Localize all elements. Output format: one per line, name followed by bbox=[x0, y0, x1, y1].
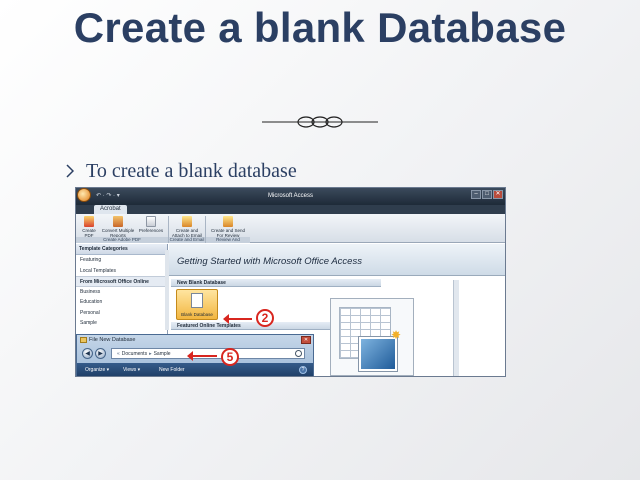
blank-database-button[interactable]: Blank Database bbox=[176, 289, 218, 320]
category-personal[interactable]: Personal bbox=[76, 308, 167, 319]
callout-arrow bbox=[187, 351, 217, 361]
category-sample[interactable]: Sample bbox=[76, 318, 167, 329]
address-bar[interactable]: «Documents ▸ Sample bbox=[111, 348, 305, 359]
preferences-button[interactable]: Preferences bbox=[136, 216, 166, 233]
new-blank-database-header: New Blank Database bbox=[171, 279, 381, 287]
access-screenshot: ↶ · ↷ · ▾ Microsoft Access – □ ✕ Acrobat… bbox=[75, 187, 506, 377]
maximize-button[interactable]: □ bbox=[482, 190, 492, 199]
title-bar: ↶ · ↷ · ▾ Microsoft Access – □ ✕ bbox=[76, 188, 505, 205]
group-label-create-pdf: Create Adobe PDF bbox=[76, 237, 168, 243]
ribbon-tabs: Acrobat bbox=[76, 205, 505, 214]
window-title: Microsoft Access bbox=[267, 193, 313, 199]
blank-document-icon bbox=[191, 293, 203, 308]
path-documents[interactable]: Documents bbox=[122, 351, 147, 357]
banner-title: Getting Started with Microsoft Office Ac… bbox=[177, 256, 362, 267]
callout-arrow bbox=[223, 314, 252, 324]
dialog-toolbar: Organize ▾ Views ▾ New Folder ? bbox=[77, 363, 313, 376]
category-business[interactable]: Business bbox=[76, 287, 167, 298]
bullet-arrow-icon bbox=[66, 164, 74, 178]
window-controls: – □ ✕ bbox=[471, 190, 503, 199]
path-sample[interactable]: Sample bbox=[154, 351, 171, 357]
create-pdf-button[interactable]: Create PDF bbox=[79, 216, 99, 238]
create-send-review-button[interactable]: Create and Send For Review bbox=[207, 216, 249, 238]
callout-2: 2 bbox=[256, 309, 274, 327]
group-label-create-email: Create and Email bbox=[169, 237, 205, 243]
forward-button[interactable]: ▶ bbox=[95, 348, 106, 359]
folder-icon bbox=[80, 337, 87, 343]
dialog-title: File New Database bbox=[89, 337, 136, 343]
group-label-review: Review And Comment bbox=[206, 237, 250, 248]
picture-icon bbox=[359, 337, 397, 371]
template-preview: ✸ bbox=[330, 298, 414, 376]
convert-icon bbox=[113, 216, 123, 227]
new-folder-button[interactable]: New Folder bbox=[159, 363, 185, 376]
callout-5: 5 bbox=[221, 348, 239, 366]
views-button[interactable]: Views ▾ bbox=[123, 363, 140, 376]
convert-multiple-reports-button[interactable]: Convert Multiple Reports bbox=[100, 216, 136, 238]
ribbon: Create PDF Convert Multiple Reports Pref… bbox=[76, 214, 505, 248]
search-icon[interactable] bbox=[295, 350, 302, 357]
organize-button[interactable]: Organize ▾ bbox=[85, 363, 109, 376]
getting-started-banner: Getting Started with Microsoft Office Ac… bbox=[169, 244, 505, 276]
category-local-templates[interactable]: Local Templates bbox=[76, 266, 167, 277]
online-section-header: From Microsoft Office Online bbox=[76, 276, 167, 287]
template-categories-header: Template Categories bbox=[76, 244, 167, 255]
preferences-icon bbox=[146, 216, 156, 227]
back-button[interactable]: ◀ bbox=[82, 348, 93, 359]
tab-acrobat[interactable]: Acrobat bbox=[94, 205, 127, 214]
right-panel bbox=[466, 282, 505, 376]
attach-email-icon bbox=[182, 216, 192, 227]
path-separator: ▸ bbox=[149, 351, 152, 357]
send-review-icon bbox=[223, 216, 233, 227]
create-attach-email-button[interactable]: Create and Attach to Email bbox=[170, 216, 204, 238]
close-button[interactable]: ✕ bbox=[493, 190, 503, 199]
star-icon: ✸ bbox=[391, 328, 402, 342]
pdf-icon bbox=[84, 216, 94, 227]
category-education[interactable]: Education bbox=[76, 297, 167, 308]
category-featuring[interactable]: Featuring bbox=[76, 255, 167, 266]
path-separator: « bbox=[117, 351, 120, 357]
main-scrollbar[interactable] bbox=[453, 280, 459, 376]
bullet-text: To create a blank database bbox=[86, 160, 297, 182]
minimize-button[interactable]: – bbox=[471, 190, 481, 199]
blank-database-label: Blank Database bbox=[181, 312, 213, 317]
dialog-close-button[interactable]: ✕ bbox=[301, 336, 311, 344]
slide-title: Create a blank Database bbox=[73, 4, 567, 51]
ornament-divider bbox=[262, 116, 378, 128]
help-button[interactable]: ? bbox=[299, 366, 307, 374]
